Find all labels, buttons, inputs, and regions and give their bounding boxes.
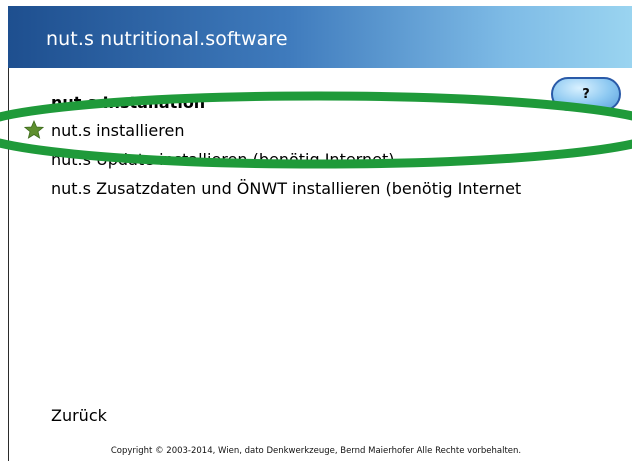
copyright-text: Copyright © 2003-2014, Wien, dato Denkwe…: [110, 446, 522, 456]
header-bar: nut.s nutritional.software: [8, 6, 632, 68]
menu-item-additional-data-label: nut.s Zusatzdaten und ÖNWT installieren …: [51, 179, 522, 198]
star-icon: [24, 120, 44, 139]
installer-window: nut.s nutritional.software ? nut.s Insta…: [0, 0, 632, 461]
help-button-label: ?: [582, 86, 590, 102]
menu-item-update[interactable]: nut.s Update installieren (benötig Inter…: [51, 150, 394, 169]
app-title: nut.s nutritional.software: [46, 28, 288, 50]
menu-item-install[interactable]: nut.s installieren: [51, 121, 184, 140]
menu-item-update-label: nut.s Update installieren (benötig Inter…: [51, 150, 395, 169]
section-heading: nut.s Installation: [51, 93, 206, 112]
annotation-ellipse: [0, 91, 632, 169]
left-border: [8, 68, 9, 461]
menu-item-additional-data[interactable]: nut.s Zusatzdaten und ÖNWT installieren …: [51, 179, 521, 198]
help-button[interactable]: ?: [551, 77, 621, 111]
menu-item-install-label: nut.s installieren: [51, 121, 185, 140]
back-link[interactable]: Zurück: [51, 406, 107, 425]
